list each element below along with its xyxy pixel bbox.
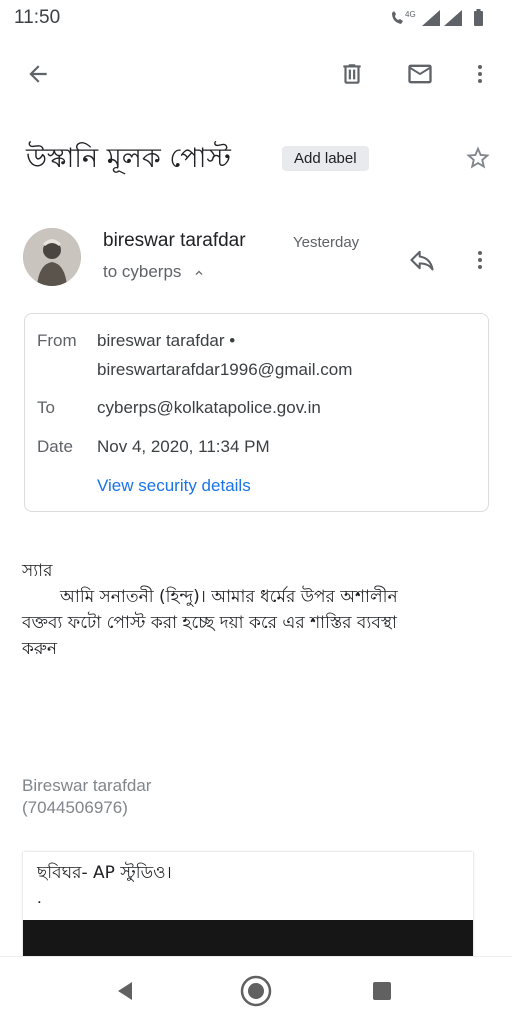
email-subject: উস্কানি মূলক পোস্ট	[26, 143, 231, 174]
reply-button[interactable]	[402, 240, 442, 280]
signature-name: Bireswar tarafdar	[22, 776, 152, 795]
subject-row: উস্কানি মূলক পোস্ট	[0, 130, 512, 186]
sender-row: bireswar tarafdar Yesterday to cyberps	[0, 224, 512, 294]
attachment-card[interactable]: ছবিঘর- AP স্টুডিও। .	[23, 852, 473, 962]
view-security-details-link[interactable]: View security details	[97, 476, 251, 496]
email-body: স্যার আমি সনাতনী (হিন্দু)। আমার ধর্মের উ…	[22, 558, 492, 662]
avatar-photo	[23, 228, 81, 286]
nav-back-button[interactable]	[106, 971, 146, 1011]
message-details-card: From bireswar tarafdar • bireswartarafda…	[24, 313, 489, 512]
add-label-chip[interactable]: Add label	[282, 146, 369, 171]
attachment-dot: .	[37, 888, 42, 907]
to-summary: to cyberps	[103, 262, 182, 281]
status-icons-svg: 4G	[392, 9, 483, 26]
signal-icon	[444, 10, 462, 26]
date-value: Nov 4, 2020, 11:34 PM	[97, 437, 270, 456]
nav-back-icon	[118, 982, 132, 1000]
to-address: cyberps@kolkatapolice.gov.in	[97, 398, 321, 417]
network-type-label: 4G	[405, 10, 416, 19]
battery-icon	[474, 9, 483, 26]
body-salutation: স্যার	[22, 561, 53, 581]
chevron-up-icon	[195, 270, 203, 275]
status-icons: 4G	[388, 8, 498, 28]
system-nav-bar	[0, 956, 512, 1024]
nav-recents-icon	[373, 982, 391, 1000]
signature-phone: (7044506976)	[22, 798, 128, 817]
from-name: bireswar tarafdar •	[97, 331, 236, 350]
back-button[interactable]	[18, 54, 58, 94]
delete-button[interactable]	[332, 54, 372, 94]
mark-unread-button[interactable]	[400, 54, 440, 94]
nav-home-icon	[240, 975, 272, 1007]
body-line: আমি সনাতনী (হিন্দু)। আমার ধর্মের উপর অশা…	[60, 587, 398, 607]
from-label: From	[37, 331, 77, 350]
message-more-button[interactable]	[460, 240, 500, 280]
body-line: করুন	[22, 639, 58, 659]
more-vert-icon	[478, 251, 482, 269]
recipients-toggle[interactable]: to cyberps	[103, 262, 206, 282]
toolbar	[0, 44, 512, 104]
delete-icon	[343, 64, 361, 84]
mark-unread-icon	[408, 64, 432, 84]
status-bar: 11:50 4G	[0, 0, 512, 36]
volte-call-icon	[392, 11, 403, 24]
star-outline-icon	[466, 146, 490, 169]
status-time: 11:50	[14, 7, 61, 28]
to-label: To	[37, 398, 55, 417]
more-vert-icon	[478, 65, 482, 83]
nav-home-button[interactable]	[236, 971, 276, 1011]
body-line: বক্তব্য ফটো পোস্ট করা হচ্ছে দয়া করে এর …	[22, 613, 397, 633]
reply-icon	[410, 250, 434, 271]
email-signature: Bireswar tarafdar (7044506976)	[22, 775, 151, 819]
back-arrow-icon	[29, 65, 47, 83]
attachment-caption: ছবিঘর- AP স্টুডিও।	[37, 863, 172, 883]
more-options-button[interactable]	[460, 54, 500, 94]
star-button[interactable]	[460, 140, 496, 176]
from-email: bireswartarafdar1996@gmail.com	[97, 360, 353, 379]
signal-icon	[422, 10, 440, 26]
date-label: Date	[37, 437, 73, 456]
avatar[interactable]	[23, 228, 81, 286]
sender-name: bireswar tarafdar	[103, 230, 246, 251]
nav-recents-button[interactable]	[362, 971, 402, 1011]
sent-time: Yesterday	[293, 234, 360, 251]
